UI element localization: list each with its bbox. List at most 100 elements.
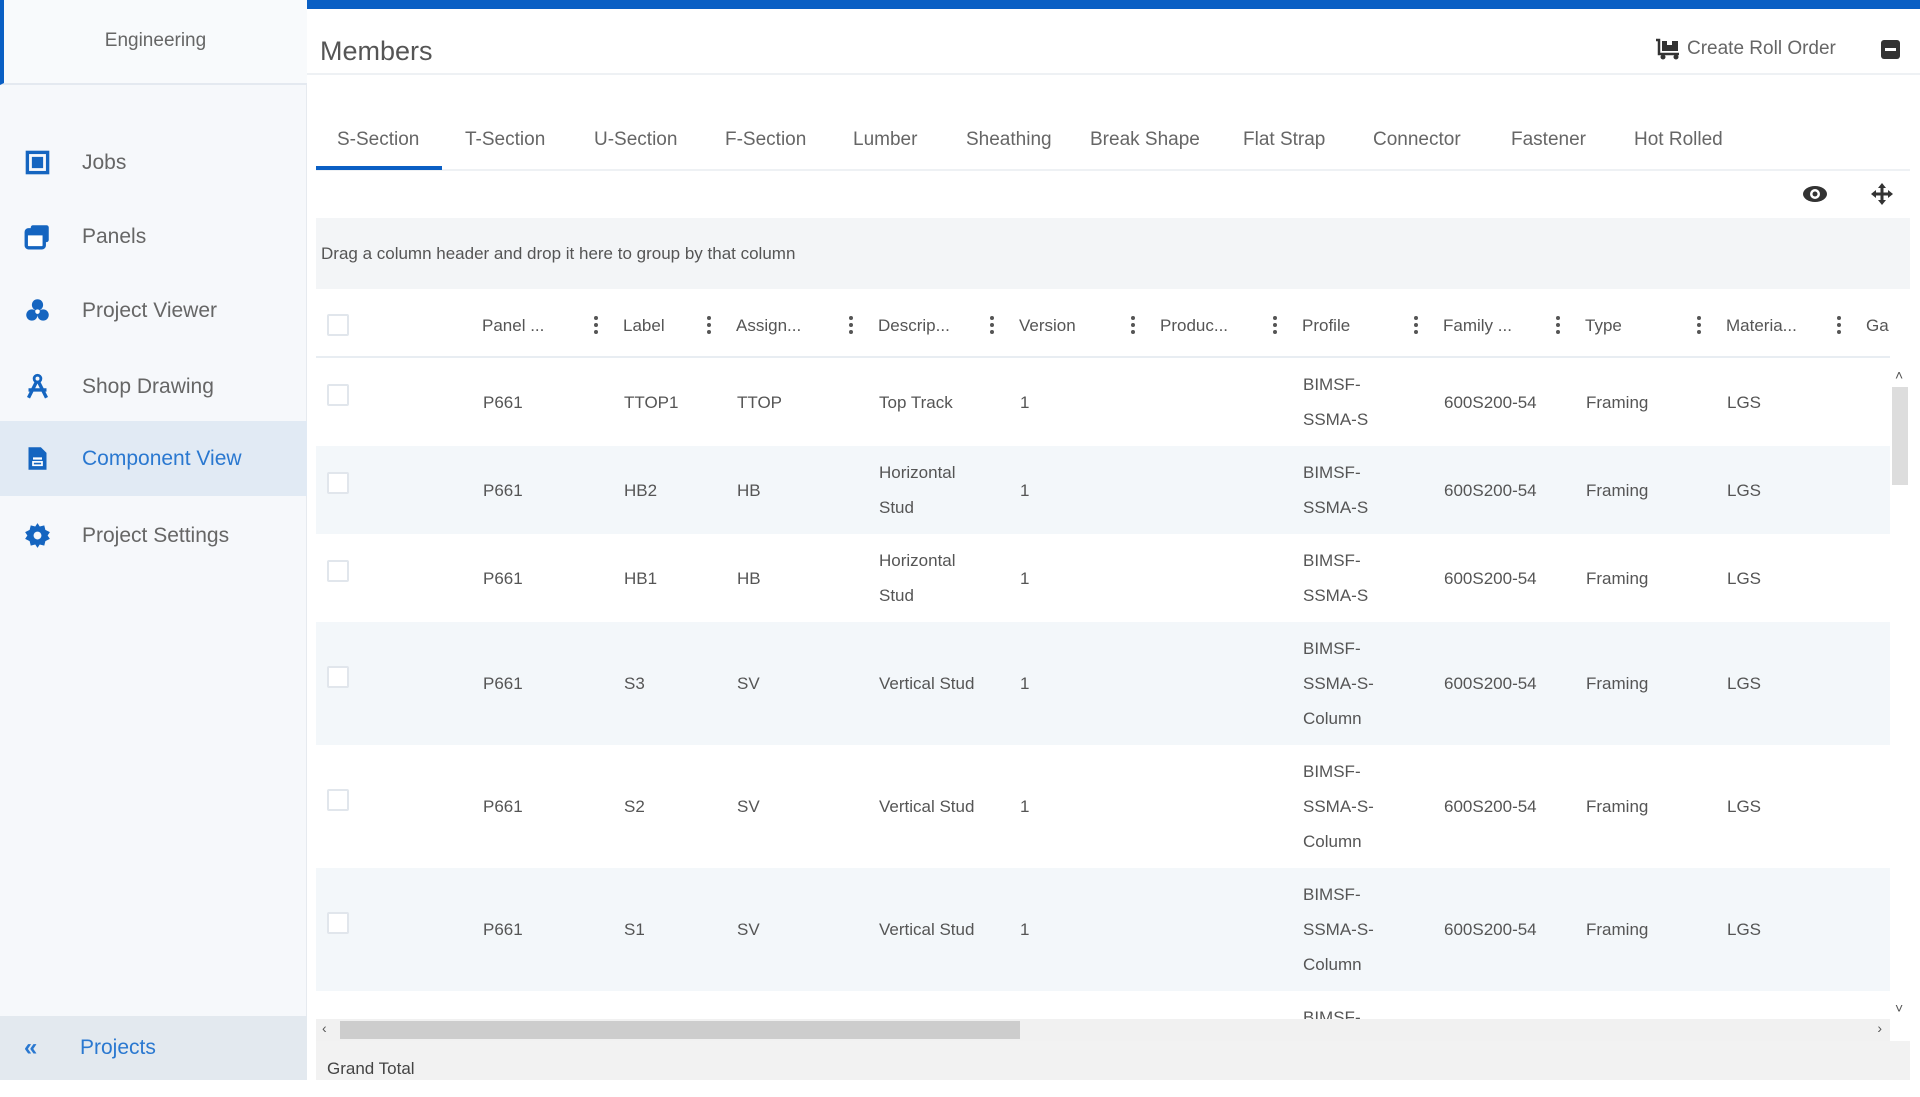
scroll-right-icon[interactable]: › [1877,1020,1882,1036]
table-cell: HB2 [624,480,658,500]
table-cell: SV [737,674,760,693]
row-checkbox[interactable] [327,665,349,688]
cart-icon [1656,38,1679,60]
tab-fastener[interactable]: Fastener [1511,129,1586,151]
move-icon[interactable] [1869,183,1895,205]
column-menu-icon[interactable] [849,316,853,336]
column-header[interactable]: Materia... [1726,294,1797,358]
active-tab-indicator [316,166,442,170]
sidebar-item-shop-drawing[interactable]: Shop Drawing [0,349,307,424]
sidebar-item-panels[interactable]: Panels [0,199,307,274]
sidebar-item-project-settings[interactable]: Project Settings [0,498,307,573]
table-cell: 600S200-54 [1444,920,1537,939]
table-row[interactable]: BIMSF- [316,991,1890,1019]
table-row[interactable]: P661 S1 SV Vertical Stud 1 BIMSF-SSMA-S-Colum… [316,868,1890,991]
panels-icon [24,225,49,250]
sidebar-item-jobs[interactable]: Jobs [0,125,307,200]
column-header[interactable]: Ga [1866,294,1889,358]
table-row[interactable]: P661 TTOP1 TTOP Top Track 1 BIMSF-SSMA-S 600S2… [316,358,1890,446]
table-cell: Framing [1586,392,1649,412]
column-header[interactable]: Type [1585,294,1622,358]
table-cell: Framing [1586,797,1649,816]
table-cell: BIMSF-SSMA-S [1303,551,1369,605]
chevron-double-left-icon: « [24,1034,38,1061]
table-row[interactable]: P661 S2 SV Vertical Stud 1 BIMSF-SSMA-S-Colum… [316,745,1890,868]
table-cell: 600S200-54 [1444,674,1537,693]
sidebar-item-project-viewer[interactable]: Project Viewer [0,273,307,348]
tab-hot-rolled[interactable]: Hot Rolled [1634,129,1723,151]
table-row[interactable]: P661 HB1 HB Horizontal Stud 1 BIMSF-SSMA-S 600… [316,534,1890,622]
table-cell: S2 [624,797,645,816]
column-header[interactable]: Family ... [1443,294,1512,358]
table-cell: Vertical Stud [879,920,975,939]
column-menu-icon[interactable] [1697,316,1701,336]
table-cell: BIMSF- [1303,1008,1361,1019]
row-checkbox[interactable] [327,911,349,934]
tab-t-section[interactable]: T-Section [465,129,545,151]
column-menu-icon[interactable] [1556,316,1560,336]
group-by-panel[interactable]: Drag a column header and drop it here to… [316,218,1910,289]
table-cell: 1 [1020,392,1030,412]
tab-lumber[interactable]: Lumber [853,129,917,151]
sidebar-item-component-view[interactable]: Component View [0,421,307,496]
projects-link[interactable]: « Projects [0,1016,307,1080]
horizontal-scroll-thumb[interactable] [340,1021,1020,1039]
table-row[interactable]: P661 HB2 HB Horizontal Stud 1 BIMSF-SSMA-S 600… [316,446,1890,534]
tab-sheathing[interactable]: Sheathing [966,129,1052,151]
tab-break-shape[interactable]: Break Shape [1090,129,1200,151]
table-cell: 600S200-54 [1444,392,1537,412]
table-cell: P661 [483,392,523,412]
sidebar-item-label: Project Settings [82,523,230,547]
scroll-down-icon[interactable]: ˅ [1895,1000,1903,1016]
table-row[interactable]: P661 S3 SV Vertical Stud 1 BIMSF-SSMA-S-Colum… [316,622,1890,745]
table-cell: BIMSF-SSMA-S [1303,463,1369,517]
scroll-left-icon[interactable]: ‹ [322,1020,327,1036]
tab-u-section[interactable]: U-Section [594,129,677,151]
minimize-button[interactable] [1881,40,1900,59]
tab-flat-strap[interactable]: Flat Strap [1243,129,1325,151]
horizontal-scrollbar[interactable]: ‹ › [316,1019,1890,1041]
column-header[interactable]: Profile [1302,294,1350,358]
table-cell: HB [737,568,761,588]
row-checkbox[interactable] [327,384,349,406]
tab-connector[interactable]: Connector [1373,129,1461,151]
create-roll-order-label: Create Roll Order [1687,38,1836,59]
create-roll-order-button[interactable]: Create Roll Order [1655,38,1836,60]
column-menu-icon[interactable] [707,316,711,336]
sidebar-item-label: Project Viewer [82,298,218,322]
column-header[interactable]: Version [1019,294,1076,358]
vertical-scrollbar[interactable]: ˄ ˅ [1890,367,1910,1016]
column-header[interactable]: Descrip... [878,294,950,358]
table-cell: 1 [1020,797,1030,816]
column-menu-icon[interactable] [1837,316,1841,336]
column-menu-icon[interactable] [1414,316,1418,336]
tab-s-section[interactable]: S-Section [337,129,419,151]
column-menu-icon[interactable] [594,316,598,336]
eye-icon[interactable] [1802,183,1828,205]
column-menu-icon[interactable] [990,316,994,336]
column-header[interactable]: Produc... [1160,294,1228,358]
table-cell: LGS [1727,920,1762,939]
table-cell: Top Track [879,392,953,412]
sidebar-item-label: Shop Drawing [82,374,214,398]
row-checkbox[interactable] [327,788,349,811]
table-cell: 1 [1020,674,1030,693]
table-cell: TTOP [737,392,783,412]
column-menu-icon[interactable] [1131,316,1135,336]
table-cell: Framing [1586,674,1649,693]
column-header[interactable]: Label [623,294,665,358]
table-cell: LGS [1727,674,1762,693]
scroll-up-icon[interactable]: ˄ [1895,367,1903,383]
table-cell: TTOP1 [624,392,679,412]
vertical-scroll-thumb[interactable] [1892,387,1908,485]
row-checkbox[interactable] [327,560,349,582]
sidebar-item-label: Panels [82,224,147,248]
column-menu-icon[interactable] [1273,316,1277,336]
tab-f-section[interactable]: F-Section [725,129,806,151]
table-cell: 600S200-54 [1444,797,1537,816]
column-header[interactable]: Panel ... [482,294,544,358]
column-header[interactable]: Assign... [736,294,801,358]
select-all-checkbox[interactable] [327,314,349,336]
row-checkbox[interactable] [327,472,349,494]
brand-title: Engineering [0,0,307,85]
